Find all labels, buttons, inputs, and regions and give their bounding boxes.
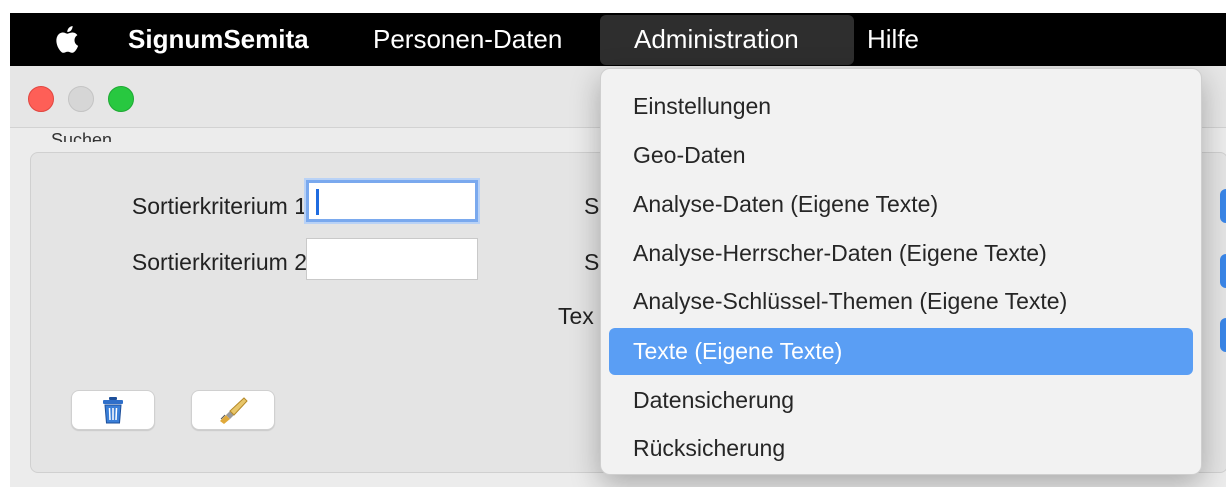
menu-item-ruecksicherung[interactable]: Rücksicherung — [609, 425, 1193, 472]
delete-button[interactable] — [71, 390, 155, 430]
sort-criterion-2-label: Sortierkriterium 2 — [131, 249, 307, 275]
text-caret — [316, 189, 319, 215]
menu-item-geo-daten[interactable]: Geo-Daten — [609, 132, 1193, 179]
menu-item-analyse-daten[interactable]: Analyse-Daten (Eigene Texte) — [609, 181, 1193, 228]
trash-icon — [103, 397, 123, 424]
menu-item-analyse-herrscher-daten[interactable]: Analyse-Herrscher-Daten (Eigene Texte) — [609, 230, 1193, 277]
menu-item-analyse-schluessel-themen[interactable]: Analyse-Schlüssel-Themen (Eigene Texte) — [609, 278, 1193, 325]
menu-app-name[interactable]: SignumSemita — [128, 13, 309, 66]
maximize-button[interactable] — [108, 86, 134, 112]
menu-administration[interactable]: Administration — [634, 13, 799, 66]
clear-button[interactable] — [191, 390, 275, 430]
sort-criterion-1-label: Sortierkriterium 1 — [131, 193, 307, 219]
partial-label-3: Tex — [558, 303, 594, 329]
right-edge-control-2[interactable] — [1220, 254, 1226, 288]
right-edge-control-3[interactable] — [1220, 318, 1226, 352]
menu-bar: SignumSemita Personen-Daten Administrati… — [10, 13, 1226, 66]
minimize-button[interactable] — [68, 86, 94, 112]
apple-icon[interactable] — [54, 23, 82, 55]
administration-dropdown-menu: Einstellungen Geo-Daten Analyse-Daten (E… — [600, 68, 1202, 475]
close-button[interactable] — [28, 86, 54, 112]
right-edge-control-1[interactable] — [1220, 189, 1226, 223]
menu-hilfe[interactable]: Hilfe — [867, 13, 919, 66]
partial-label-1: S — [584, 193, 600, 219]
brush-icon — [220, 397, 248, 424]
group-label-suchen: Suchen — [51, 130, 113, 142]
sort-criterion-1-input[interactable] — [306, 180, 478, 222]
sort-criterion-2-input[interactable] — [306, 238, 478, 280]
menu-personen-daten[interactable]: Personen-Daten — [373, 13, 562, 66]
menu-item-datensicherung[interactable]: Datensicherung — [609, 377, 1193, 424]
menu-item-einstellungen[interactable]: Einstellungen — [609, 83, 1193, 130]
menu-item-texte[interactable]: Texte (Eigene Texte) — [609, 328, 1193, 375]
partial-label-2: S — [584, 249, 600, 275]
